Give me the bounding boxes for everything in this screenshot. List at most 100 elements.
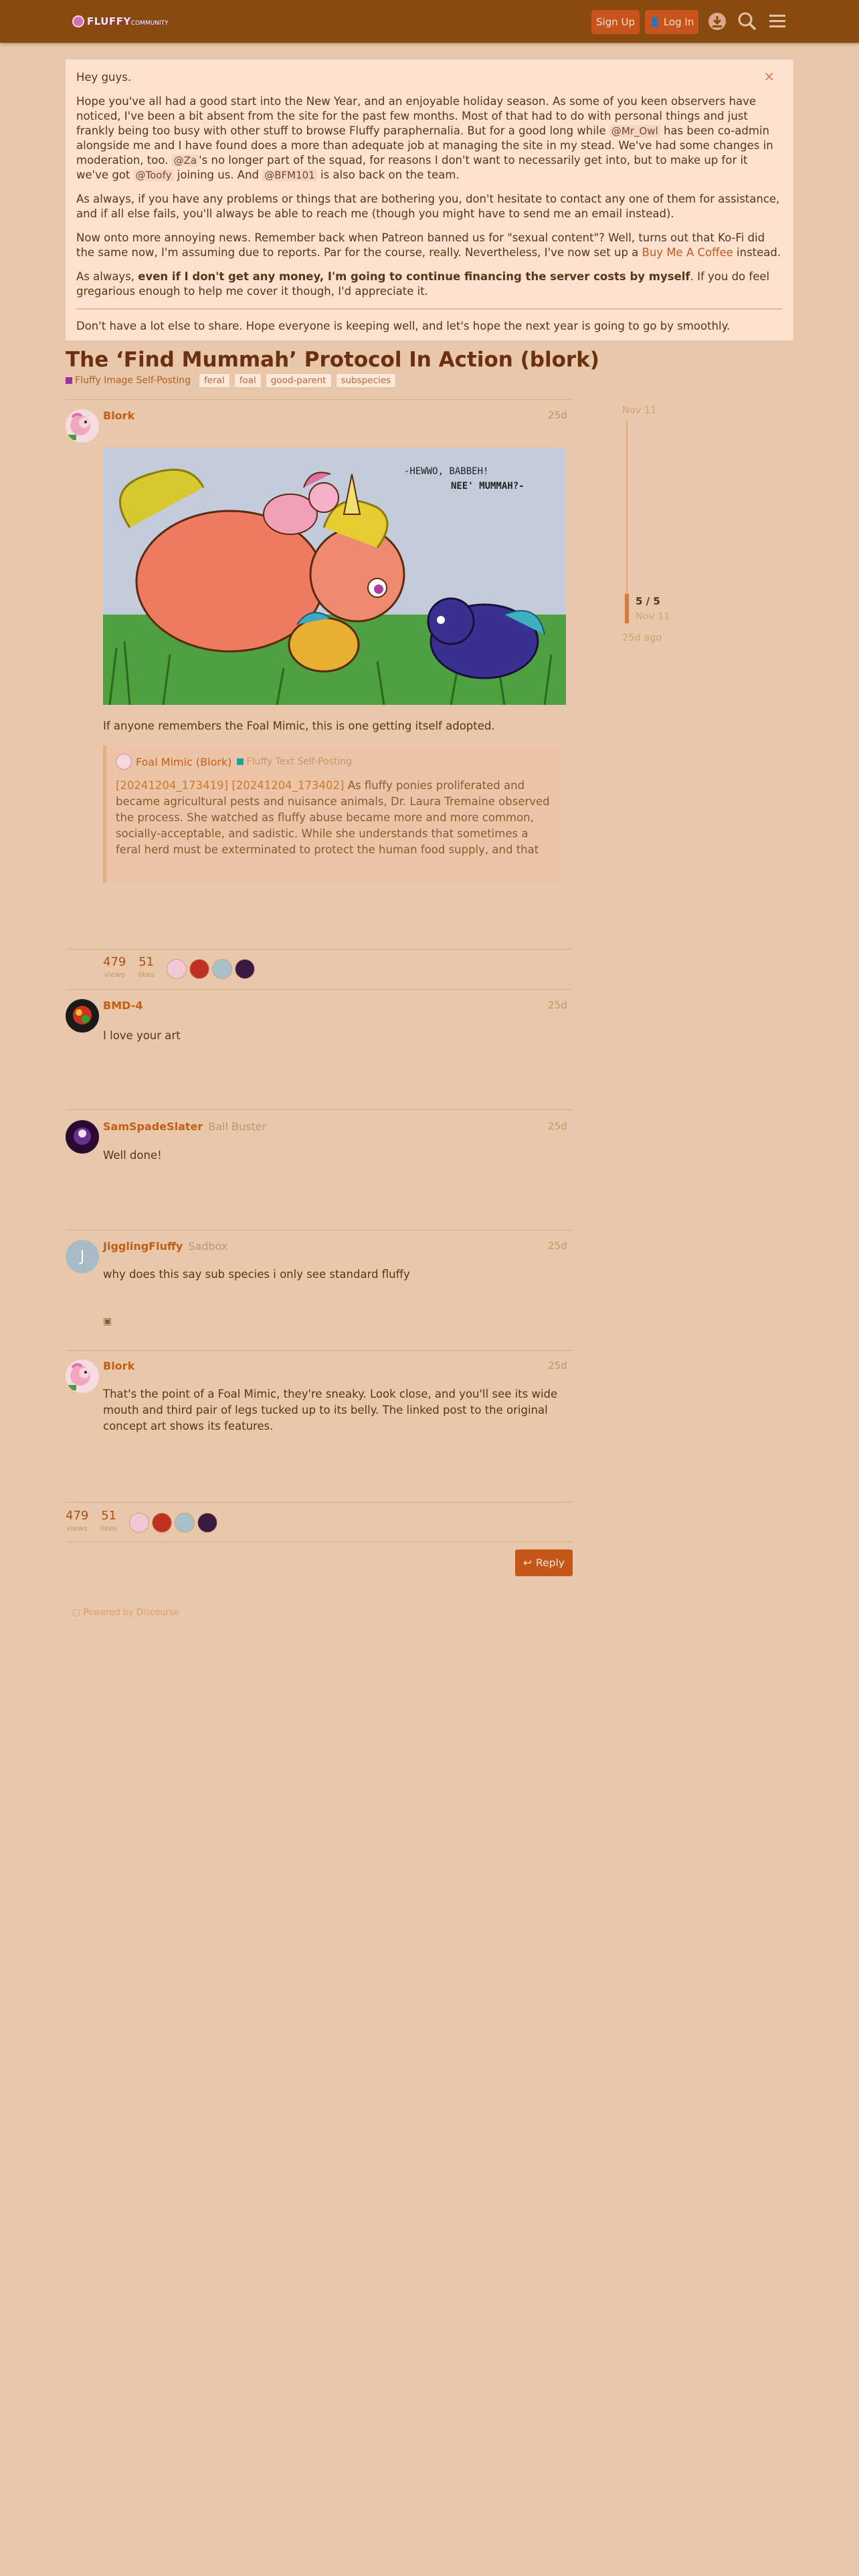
post-image[interactable]: -HEWWO, BABBEH! NEE' MUMMAH?-: [103, 447, 566, 705]
banner-paragraph-4: As always, even if I don't get any money…: [76, 270, 770, 298]
banner-greeting: Hey guys.: [76, 71, 132, 84]
topic-stats: 479 views 51 likes: [103, 955, 258, 979]
post-body: why does this say sub species i only see…: [103, 1268, 410, 1281]
post-divider: [66, 1350, 573, 1351]
reply-button[interactable]: ↩ Reply: [515, 1549, 573, 1576]
topic-stats-bottom: 479 views 51 likes: [66, 1509, 220, 1533]
post-divider: [66, 399, 573, 400]
post-body: That's the point of a Foal Mimic, they'r…: [103, 1388, 558, 1432]
avatar[interactable]: [66, 1360, 99, 1393]
views-stat: 479 views: [66, 1509, 89, 1533]
banner-paragraph-1: Hope you've all had a good start into th…: [76, 95, 773, 181]
log-in-label: Log In: [663, 16, 694, 28]
post-body: If anyone remembers the Foal Mimic, this…: [103, 720, 495, 732]
quote-header: Foal Mimic (Blork) Fluffy Text Self-Post…: [116, 754, 557, 770]
post-username[interactable]: Blork: [103, 1360, 134, 1372]
participant-avatar[interactable]: [197, 1513, 217, 1533]
search-icon[interactable]: [737, 11, 758, 32]
post-username[interactable]: JigglingFluffy Sadbox: [103, 1240, 227, 1253]
post-divider: [66, 1541, 573, 1542]
mention-toofy[interactable]: @Toofy: [133, 169, 174, 181]
site-logo[interactable]: FLUFFYCOMMUNITY: [72, 12, 169, 31]
post-divider: [66, 1109, 573, 1110]
reply-label: Reply: [536, 1557, 565, 1569]
close-icon[interactable]: ×: [763, 69, 775, 84]
timeline-handle[interactable]: [625, 594, 629, 623]
svg-text:NEE' MUMMAH?-: NEE' MUMMAH?-: [451, 481, 524, 492]
hamburger-menu-icon[interactable]: [767, 11, 788, 32]
quote-excerpt: [20241204_173419] [20241204_173402] As f…: [116, 779, 550, 856]
global-notice-banner: × Hey guys. Hope you've all had a good s…: [66, 60, 793, 340]
image-speech-text: -HEWWO, BABBEH!: [404, 466, 488, 477]
avatar[interactable]: [66, 409, 99, 443]
reply-icon: ↩: [523, 1557, 533, 1569]
category-badge[interactable]: Fluffy Image Self-Posting: [66, 375, 195, 386]
banner-paragraph-3: Now onto more annoying news. Remember ba…: [76, 231, 781, 259]
quote-image-links[interactable]: [20241204_173419] [20241204_173402]: [116, 779, 344, 792]
likes-stat: 51 likes: [100, 1509, 117, 1533]
user-icon: 👤: [649, 17, 660, 27]
participant-avatar[interactable]: [234, 959, 255, 979]
timeline-start-date[interactable]: Nov 11: [622, 405, 656, 416]
category-color-swatch: [66, 377, 72, 384]
participant-avatar[interactable]: [211, 959, 232, 979]
tag-foal[interactable]: foal: [233, 373, 262, 388]
post-body: I love your art: [103, 1029, 181, 1042]
logo-icon: [72, 15, 84, 27]
post-date[interactable]: 25d: [548, 999, 567, 1011]
user-title: Ball Buster: [208, 1120, 267, 1133]
sign-up-button[interactable]: Sign Up: [591, 10, 640, 34]
post-body: Well done!: [103, 1149, 162, 1162]
download-icon[interactable]: [706, 11, 728, 32]
quote-category-swatch: [237, 758, 244, 765]
quote-onebox[interactable]: Foal Mimic (Blork) Fluffy Text Self-Post…: [103, 746, 566, 883]
post-date[interactable]: 25d: [548, 409, 567, 421]
post-divider: [66, 1502, 573, 1503]
mention-bfm101[interactable]: @BFM101: [262, 169, 317, 181]
banner-divider: [76, 308, 783, 310]
banner-paragraph-2: As always, if you have any problems or t…: [76, 193, 780, 220]
timeline-last-post[interactable]: 25d ago: [622, 633, 662, 643]
logo-text: FLUFFYCOMMUNITY: [87, 15, 169, 27]
quote-avatar: [116, 754, 132, 770]
participant-avatar[interactable]: [189, 959, 209, 979]
participant-avatar[interactable]: [151, 1513, 172, 1533]
post-divider: [66, 989, 573, 990]
log-in-button[interactable]: 👤 Log In: [645, 10, 698, 34]
mention-mr-owl[interactable]: @Mr_Owl: [609, 125, 660, 137]
buy-me-a-coffee-link[interactable]: Buy Me A Coffee: [642, 246, 733, 259]
timeline-current-date: Nov 11: [636, 611, 670, 622]
topic-category-and-tags: Fluffy Image Self-Posting feral foal goo…: [66, 373, 397, 388]
tag-feral[interactable]: feral: [199, 373, 230, 388]
emoji-reaction-icon[interactable]: ▣: [103, 1316, 112, 1327]
avatar[interactable]: J: [66, 1240, 99, 1273]
participant-avatar[interactable]: [128, 1513, 149, 1533]
participant-avatar[interactable]: [174, 1513, 195, 1533]
participant-avatar[interactable]: [166, 959, 187, 979]
participants: [166, 959, 258, 979]
likes-stat: 51 likes: [138, 955, 155, 979]
powered-by-discourse-link[interactable]: ▢ Powered by Discourse: [72, 1608, 179, 1618]
tag-subspecies[interactable]: subspecies: [335, 373, 397, 388]
post-date[interactable]: 25d: [548, 1360, 567, 1372]
post-username[interactable]: SamSpadeSlater Ball Buster: [103, 1120, 266, 1133]
tag-good-parent[interactable]: good-parent: [265, 373, 332, 388]
avatar[interactable]: [66, 1120, 99, 1154]
topic-title[interactable]: The ‘Find Mummah’ Protocol In Action (bl…: [66, 348, 599, 372]
timeline-post-count: 5 / 5: [636, 595, 660, 607]
banner-paragraph-5: Don't have a lot else to share. Hope eve…: [76, 320, 731, 332]
site-header: FLUFFYCOMMUNITY Sign Up 👤 Log In: [0, 0, 859, 43]
post-divider: [66, 949, 573, 950]
post-date[interactable]: 25d: [548, 1120, 567, 1132]
quote-title[interactable]: Foal Mimic (Blork): [136, 756, 231, 768]
post-username[interactable]: Blork: [103, 409, 134, 422]
post-username[interactable]: BMD-4: [103, 999, 142, 1012]
quote-category[interactable]: Fluffy Text Self-Posting: [246, 756, 352, 767]
mention-za[interactable]: @Za: [171, 154, 199, 167]
participants: [128, 1513, 220, 1533]
timeline-track[interactable]: [626, 421, 628, 597]
avatar[interactable]: [66, 999, 99, 1033]
post-date[interactable]: 25d: [548, 1240, 567, 1252]
category-name: Fluffy Image Self-Posting: [75, 375, 191, 386]
user-title: Sadbox: [188, 1240, 228, 1253]
